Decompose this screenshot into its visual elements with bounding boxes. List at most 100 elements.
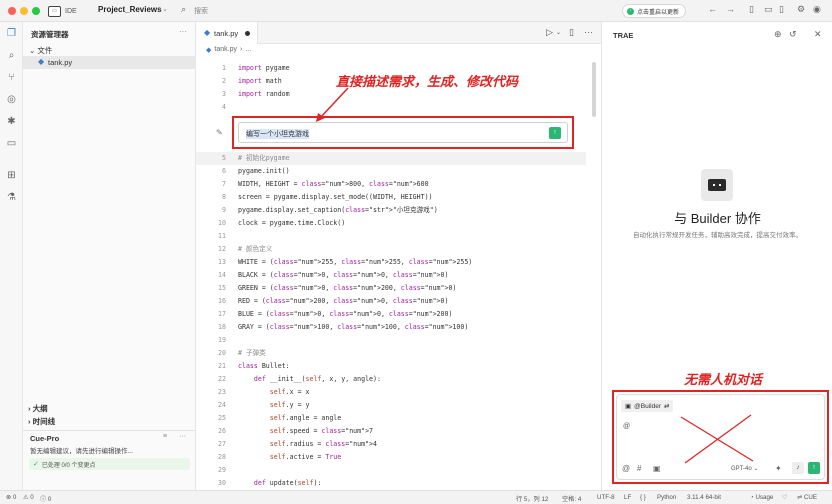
notifications-icon[interactable]: ♡ xyxy=(782,494,788,501)
python-interpreter[interactable]: 3.11.4 64-bit xyxy=(687,494,721,501)
remote-icon[interactable]: ▭ xyxy=(5,137,18,150)
code-line[interactable]: 5 # 初始化pygame xyxy=(196,152,586,165)
explorer-icon[interactable]: ❐ xyxy=(5,27,18,40)
folder-root[interactable]: ⌄ 文件 xyxy=(29,45,52,56)
code-line[interactable]: 9 pygame.display.set_caption(class="str">… xyxy=(196,204,586,217)
toggle-right-panel-icon[interactable]: ▯ xyxy=(779,4,784,15)
close-icon[interactable]: ✕ xyxy=(814,29,822,40)
code-line[interactable]: 30 def update(self): xyxy=(196,477,586,490)
voice-input-button[interactable]: ♪ xyxy=(792,462,804,474)
global-search-input[interactable]: 搜索 xyxy=(194,6,208,16)
run-debug-icon[interactable]: ◎ xyxy=(5,93,18,106)
code-text: self.y = y xyxy=(269,401,310,409)
cursor-position[interactable]: 行 5，列 12 xyxy=(516,494,548,503)
line-number: 7 xyxy=(222,180,226,188)
editor-scrollbar[interactable] xyxy=(592,62,596,117)
code-line[interactable]: 4 xyxy=(196,101,586,114)
code-line[interactable]: 18 GRAY = (class="num">100, class="num">1… xyxy=(196,321,586,334)
line-number: 4 xyxy=(222,103,226,111)
code-line[interactable]: 27 self.radius = class="num">4 xyxy=(196,438,586,451)
close-window-button[interactable] xyxy=(8,7,16,15)
testing-icon[interactable]: ⚗ xyxy=(5,191,18,204)
usage-indicator[interactable]: ◔ Usage xyxy=(750,494,773,501)
code-line[interactable]: 29 xyxy=(196,464,586,477)
code-line[interactable]: 28 self.active = True xyxy=(196,451,586,464)
line-number: 18 xyxy=(218,323,226,331)
sparkle-icon[interactable]: ✦ xyxy=(775,464,782,473)
code-line[interactable]: 22 def __init__(self, x, y, angle): xyxy=(196,373,586,386)
code-line[interactable]: 14 BLACK = (class="num">0, class="num">0,… xyxy=(196,269,586,282)
bracket-indicator[interactable]: { } xyxy=(640,494,646,501)
search-icon[interactable]: ⌕ xyxy=(5,49,18,62)
ai-wand-icon: ✎ xyxy=(216,128,223,137)
list-icon[interactable]: ≡ xyxy=(163,433,167,440)
settings-gear-icon[interactable]: ⚙ xyxy=(797,4,805,15)
bug-icon[interactable]: ✱ xyxy=(5,115,18,128)
file-item-tank-py[interactable]: ◆ tank.py xyxy=(23,56,195,69)
restart-update-button[interactable]: ↑ 点击重启以更新 xyxy=(622,4,687,18)
forward-arrow-icon[interactable]: → xyxy=(726,4,735,14)
cue-indicator[interactable]: ⇌ CUE xyxy=(797,494,817,501)
code-line[interactable]: 23 self.x = x xyxy=(196,386,586,399)
code-line[interactable]: 10 clock = pygame.time.Clock() xyxy=(196,217,586,230)
code-line[interactable]: 15 GREEN = (class="num">0, class="num">20… xyxy=(196,282,586,295)
new-chat-icon[interactable]: ⊕ xyxy=(774,29,782,40)
warnings-indicator[interactable]: ⚠ 0 xyxy=(23,494,34,501)
info-indicator[interactable]: ⓘ 0 xyxy=(40,494,51,503)
errors-indicator[interactable]: ⊗ 0 xyxy=(6,494,16,501)
language-mode[interactable]: Python xyxy=(657,494,676,501)
code-text: WHITE = (class="num">255, class="num">25… xyxy=(238,258,473,266)
code-line[interactable]: 7 WIDTH, HEIGHT = class="num">800, class=… xyxy=(196,178,586,191)
outline-section[interactable]: › 大纲 xyxy=(28,403,48,414)
code-line[interactable]: 6 pygame.init() xyxy=(196,165,586,178)
indentation[interactable]: 空格: 4 xyxy=(562,494,581,503)
source-control-icon[interactable]: ⑂ xyxy=(5,71,18,84)
model-selector[interactable]: GPT-4o ⌄ xyxy=(731,465,758,472)
extensions-icon[interactable]: ⊞ xyxy=(5,169,18,182)
back-arrow-icon[interactable]: ← xyxy=(708,4,717,14)
more-icon[interactable]: ··· xyxy=(179,433,186,440)
chevron-down-icon[interactable]: ⌄ xyxy=(162,5,168,13)
chat-input-box[interactable]: ▣ @Builder ⇄ @ @ # ▣ GPT-4o ⌄ ✦ ♪ ↑ xyxy=(616,394,825,480)
timeline-section[interactable]: › 时间线 xyxy=(28,416,55,427)
encoding[interactable]: UTF-8 xyxy=(597,494,615,501)
mention-icon[interactable]: @ xyxy=(622,464,630,473)
outline-label: 大纲 xyxy=(32,404,48,413)
code-line[interactable]: 26 self.speed = class="num">7 xyxy=(196,425,586,438)
code-line[interactable]: 11 xyxy=(196,230,586,243)
toggle-sidebar-icon[interactable]: ▯ xyxy=(749,4,754,15)
code-line[interactable]: 21 class Bullet: xyxy=(196,360,586,373)
search-icon[interactable]: ⌕ xyxy=(181,4,186,15)
code-line[interactable]: 19 xyxy=(196,334,586,347)
chat-input[interactable]: @ xyxy=(623,423,630,430)
history-icon[interactable]: ↺ xyxy=(789,29,797,40)
code-text: GRAY = (class="num">100, class="num">100… xyxy=(238,323,469,331)
code-line[interactable]: 25 self.angle = angle xyxy=(196,412,586,425)
ide-mode-toggle[interactable]: ▭ IDE xyxy=(48,4,77,18)
code-line[interactable]: 20 # 子弹类 xyxy=(196,347,586,360)
minimize-window-button[interactable] xyxy=(20,7,28,15)
toggle-panel-icon[interactable]: ▭ xyxy=(764,4,773,15)
maximize-window-button[interactable] xyxy=(32,7,40,15)
code-line[interactable]: 8 screen = pygame.display.set_mode((WIDTH… xyxy=(196,191,586,204)
line-ending[interactable]: LF xyxy=(624,494,631,501)
account-avatar-icon[interactable]: ◉ xyxy=(813,4,821,15)
code-line[interactable]: 13 WHITE = (class="num">255, class="num">… xyxy=(196,256,586,269)
image-icon[interactable]: ▣ xyxy=(653,464,661,473)
code-area[interactable]: 1 import pygame 2 import math 3 import random… xyxy=(196,22,586,490)
project-name[interactable]: Project_Reviews xyxy=(98,5,162,14)
code-line[interactable]: 16 RED = (class="num">200, class="num">0,… xyxy=(196,295,586,308)
cue-pro-section[interactable]: Cue-Pro ≡ ··· xyxy=(23,430,195,444)
send-button[interactable]: ↑ xyxy=(808,462,820,474)
code-text: # 颜色定义 xyxy=(238,245,273,253)
code-line[interactable]: 12 # 颜色定义 xyxy=(196,243,586,256)
code-line[interactable]: 17 BLUE = (class="num">0, class="num">0, … xyxy=(196,308,586,321)
agent-tag[interactable]: ▣ @Builder ⇄ xyxy=(621,400,674,412)
switch-agent-icon[interactable]: ⇄ xyxy=(664,402,669,410)
code-text: BLACK = (class="num">0, class="num">0, c… xyxy=(238,271,449,279)
code-line[interactable]: 24 self.y = y xyxy=(196,399,586,412)
line-number: 15 xyxy=(218,284,226,292)
usage-label: Usage xyxy=(755,494,774,501)
more-actions-icon[interactable]: ··· xyxy=(179,27,187,36)
hash-icon[interactable]: # xyxy=(637,464,641,473)
